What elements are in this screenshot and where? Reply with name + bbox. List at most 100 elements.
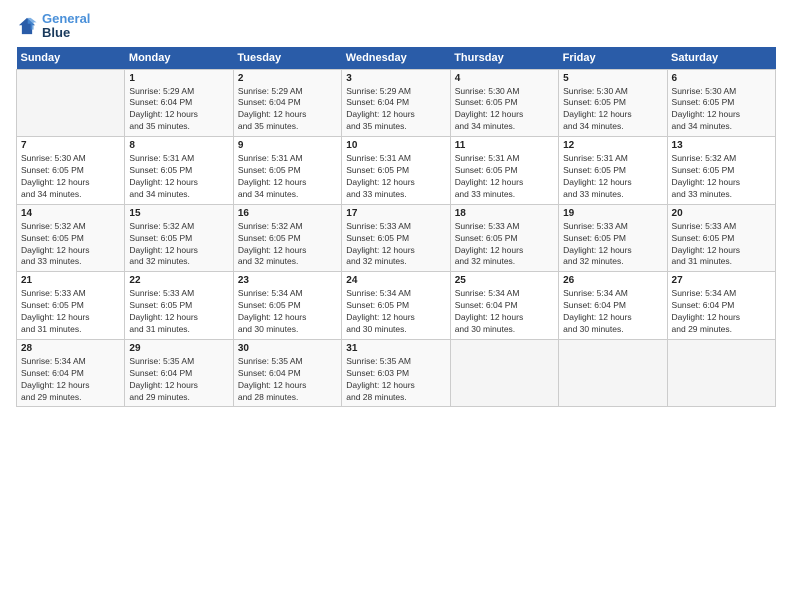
calendar-week-2: 7Sunrise: 5:30 AM Sunset: 6:05 PM Daylig… (17, 137, 776, 205)
day-number: 1 (129, 73, 228, 84)
day-number: 6 (672, 73, 771, 84)
day-number: 16 (238, 208, 337, 219)
day-info: Sunrise: 5:34 AM Sunset: 6:05 PM Dayligh… (238, 288, 337, 336)
day-number: 24 (346, 275, 445, 286)
day-info: Sunrise: 5:31 AM Sunset: 6:05 PM Dayligh… (346, 153, 445, 201)
header-row: SundayMondayTuesdayWednesdayThursdayFrid… (17, 47, 776, 70)
calendar-cell: 9 Sunrise: 5:31 AM Sunset: 6:05 PM Daylig… (233, 137, 341, 205)
header-cell-saturday: Saturday (667, 47, 775, 70)
calendar-cell: 30 Sunrise: 5:35 AM Sunset: 6:04 PM Dayli… (233, 339, 341, 407)
calendar-week-4: 21 Sunrise: 5:33 AM Sunset: 6:05 PM Dayli… (17, 272, 776, 340)
day-info: Sunrise: 5:31 AM Sunset: 6:05 PM Dayligh… (238, 153, 337, 201)
day-number: 28 (21, 343, 120, 354)
day-number: 23 (238, 275, 337, 286)
calendar-cell: 27Sunrise: 5:34 AM Sunset: 6:04 PM Dayli… (667, 272, 775, 340)
calendar-cell (450, 339, 558, 407)
calendar-cell: 19 Sunrise: 5:33 AM Sunset: 6:05 PM Dayli… (559, 204, 667, 272)
day-info: Sunrise: 5:33 AM Sunset: 6:05 PM Dayligh… (563, 221, 662, 269)
calendar-cell: 31Sunrise: 5:35 AM Sunset: 6:03 PM Dayli… (342, 339, 450, 407)
day-info: Sunrise: 5:29 AM Sunset: 6:04 PM Dayligh… (346, 86, 445, 134)
day-number: 15 (129, 208, 228, 219)
day-info: Sunrise: 5:30 AM Sunset: 6:05 PM Dayligh… (563, 86, 662, 134)
calendar-cell: 20 Sunrise: 5:33 AM Sunset: 6:05 PM Dayli… (667, 204, 775, 272)
header-cell-friday: Friday (559, 47, 667, 70)
calendar-cell: 26 Sunrise: 5:34 AM Sunset: 6:04 PM Dayli… (559, 272, 667, 340)
day-number: 30 (238, 343, 337, 354)
day-info: Sunrise: 5:30 AM Sunset: 6:05 PM Dayligh… (455, 86, 554, 134)
calendar-cell: 6 Sunrise: 5:30 AM Sunset: 6:05 PM Daylig… (667, 69, 775, 137)
calendar-cell (667, 339, 775, 407)
calendar-week-3: 14Sunrise: 5:32 AM Sunset: 6:05 PM Dayli… (17, 204, 776, 272)
day-number: 21 (21, 275, 120, 286)
header-cell-tuesday: Tuesday (233, 47, 341, 70)
logo: General Blue (16, 12, 90, 41)
day-number: 17 (346, 208, 445, 219)
day-info: Sunrise: 5:29 AM Sunset: 6:04 PM Dayligh… (238, 86, 337, 134)
day-info: Sunrise: 5:32 AM Sunset: 6:05 PM Dayligh… (238, 221, 337, 269)
calendar-cell: 15 Sunrise: 5:32 AM Sunset: 6:05 PM Dayli… (125, 204, 233, 272)
logo-text: General Blue (42, 12, 90, 41)
day-number: 29 (129, 343, 228, 354)
day-info: Sunrise: 5:33 AM Sunset: 6:05 PM Dayligh… (672, 221, 771, 269)
day-info: Sunrise: 5:32 AM Sunset: 6:05 PM Dayligh… (129, 221, 228, 269)
calendar-cell: 5 Sunrise: 5:30 AM Sunset: 6:05 PM Daylig… (559, 69, 667, 137)
calendar-cell: 3 Sunrise: 5:29 AM Sunset: 6:04 PM Daylig… (342, 69, 450, 137)
calendar-week-5: 28Sunrise: 5:34 AM Sunset: 6:04 PM Dayli… (17, 339, 776, 407)
day-info: Sunrise: 5:32 AM Sunset: 6:05 PM Dayligh… (672, 153, 771, 201)
header-cell-thursday: Thursday (450, 47, 558, 70)
page: General Blue SundayMondayTuesdayWednesda… (0, 0, 792, 612)
day-number: 25 (455, 275, 554, 286)
calendar-cell: 23 Sunrise: 5:34 AM Sunset: 6:05 PM Dayli… (233, 272, 341, 340)
day-info: Sunrise: 5:31 AM Sunset: 6:05 PM Dayligh… (563, 153, 662, 201)
day-info: Sunrise: 5:34 AM Sunset: 6:04 PM Dayligh… (563, 288, 662, 336)
header-cell-sunday: Sunday (17, 47, 125, 70)
calendar-cell: 7Sunrise: 5:30 AM Sunset: 6:05 PM Daylig… (17, 137, 125, 205)
day-number: 18 (455, 208, 554, 219)
day-number: 20 (672, 208, 771, 219)
day-number: 10 (346, 140, 445, 151)
day-number: 3 (346, 73, 445, 84)
calendar-cell: 21Sunrise: 5:33 AM Sunset: 6:05 PM Dayli… (17, 272, 125, 340)
day-number: 19 (563, 208, 662, 219)
day-number: 12 (563, 140, 662, 151)
day-number: 11 (455, 140, 554, 151)
calendar-cell: 11 Sunrise: 5:31 AM Sunset: 6:05 PM Dayli… (450, 137, 558, 205)
calendar-cell: 16 Sunrise: 5:32 AM Sunset: 6:05 PM Dayli… (233, 204, 341, 272)
day-number: 2 (238, 73, 337, 84)
calendar-table: SundayMondayTuesdayWednesdayThursdayFrid… (16, 47, 776, 408)
day-number: 22 (129, 275, 228, 286)
header-cell-wednesday: Wednesday (342, 47, 450, 70)
day-info: Sunrise: 5:31 AM Sunset: 6:05 PM Dayligh… (455, 153, 554, 201)
calendar-cell: 1 Sunrise: 5:29 AM Sunset: 6:04 PM Daylig… (125, 69, 233, 137)
day-info: Sunrise: 5:30 AM Sunset: 6:05 PM Dayligh… (672, 86, 771, 134)
day-info: Sunrise: 5:33 AM Sunset: 6:05 PM Dayligh… (455, 221, 554, 269)
calendar-cell: 25Sunrise: 5:34 AM Sunset: 6:04 PM Dayli… (450, 272, 558, 340)
day-number: 26 (563, 275, 662, 286)
calendar-cell: 14Sunrise: 5:32 AM Sunset: 6:05 PM Dayli… (17, 204, 125, 272)
calendar-cell (559, 339, 667, 407)
calendar-cell: 4Sunrise: 5:30 AM Sunset: 6:05 PM Daylig… (450, 69, 558, 137)
day-number: 5 (563, 73, 662, 84)
day-info: Sunrise: 5:33 AM Sunset: 6:05 PM Dayligh… (129, 288, 228, 336)
calendar-cell: 2 Sunrise: 5:29 AM Sunset: 6:04 PM Daylig… (233, 69, 341, 137)
calendar-week-1: 1 Sunrise: 5:29 AM Sunset: 6:04 PM Daylig… (17, 69, 776, 137)
header: General Blue (16, 12, 776, 41)
calendar-cell: 12 Sunrise: 5:31 AM Sunset: 6:05 PM Dayli… (559, 137, 667, 205)
day-number: 13 (672, 140, 771, 151)
day-info: Sunrise: 5:35 AM Sunset: 6:03 PM Dayligh… (346, 356, 445, 404)
calendar-cell: 13 Sunrise: 5:32 AM Sunset: 6:05 PM Dayli… (667, 137, 775, 205)
day-info: Sunrise: 5:35 AM Sunset: 6:04 PM Dayligh… (238, 356, 337, 404)
header-cell-monday: Monday (125, 47, 233, 70)
day-info: Sunrise: 5:33 AM Sunset: 6:05 PM Dayligh… (346, 221, 445, 269)
calendar-cell: 22 Sunrise: 5:33 AM Sunset: 6:05 PM Dayli… (125, 272, 233, 340)
calendar-cell: 8Sunrise: 5:31 AM Sunset: 6:05 PM Daylig… (125, 137, 233, 205)
calendar-cell: 29Sunrise: 5:35 AM Sunset: 6:04 PM Dayli… (125, 339, 233, 407)
day-number: 9 (238, 140, 337, 151)
day-info: Sunrise: 5:34 AM Sunset: 6:04 PM Dayligh… (672, 288, 771, 336)
day-info: Sunrise: 5:34 AM Sunset: 6:05 PM Dayligh… (346, 288, 445, 336)
day-number: 7 (21, 140, 120, 151)
calendar-cell: 24 Sunrise: 5:34 AM Sunset: 6:05 PM Dayli… (342, 272, 450, 340)
day-info: Sunrise: 5:29 AM Sunset: 6:04 PM Dayligh… (129, 86, 228, 134)
calendar-cell: 18 Sunrise: 5:33 AM Sunset: 6:05 PM Dayli… (450, 204, 558, 272)
logo-icon (16, 15, 38, 37)
